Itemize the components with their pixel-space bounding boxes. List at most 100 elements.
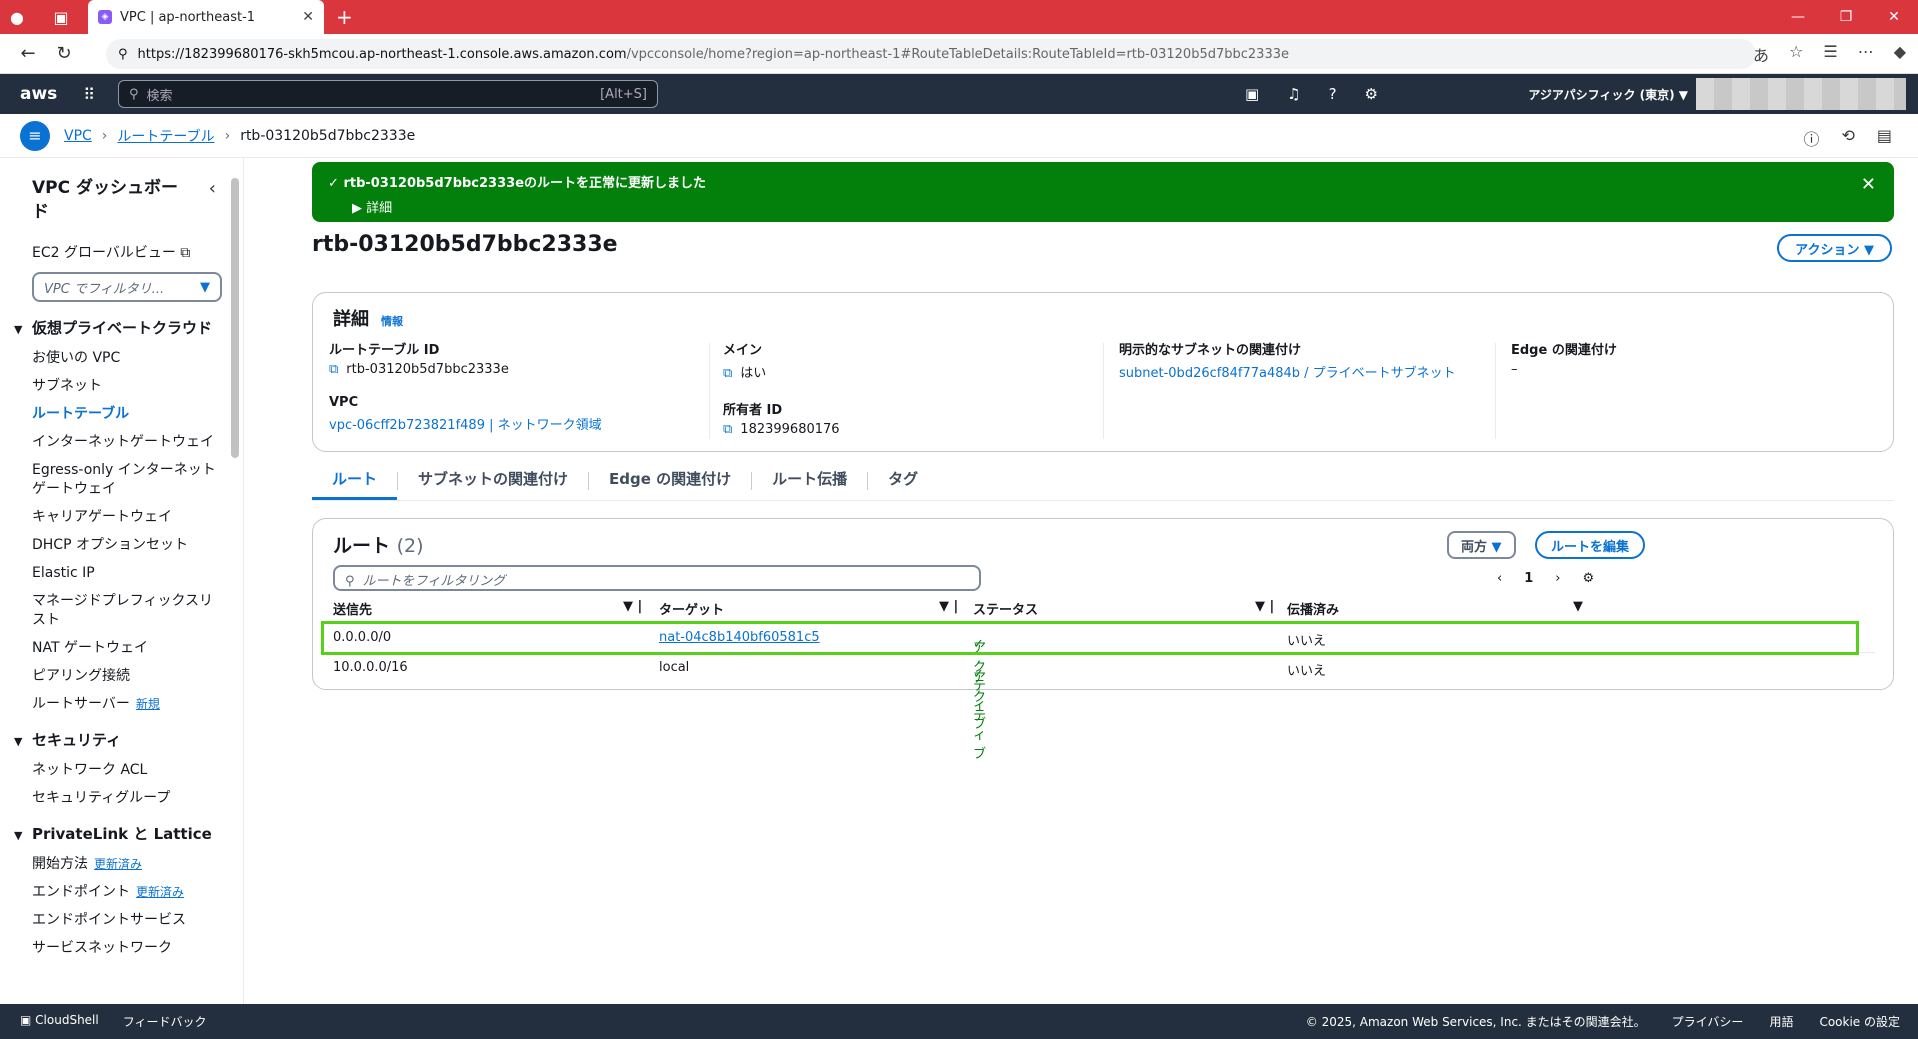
aws-search-input[interactable]: ⚲ 検索 [Alt+S] — [118, 80, 658, 108]
actions-button[interactable]: アクション ▼ — [1777, 234, 1892, 262]
sidebar-item-endpoint-services[interactable]: エンドポイントサービス — [32, 911, 224, 930]
cloudshell-icon[interactable]: ▣ — [1245, 85, 1259, 103]
sidebar-item-carrier-gw[interactable]: キャリアゲートウェイ — [32, 508, 224, 527]
feedback-icon[interactable]: ▤ — [1877, 126, 1892, 150]
browser-tab-bar: ● ▣ ◈ VPC | ap-northeast-1 ✕ + — ❐ ✕ — [0, 0, 1918, 34]
help-icon[interactable]: ? — [1329, 85, 1337, 103]
section-security[interactable]: ▼ セキュリティ — [14, 730, 224, 752]
copy-icon[interactable]: ⧉ — [723, 366, 732, 381]
tab-actions-icon[interactable]: ▣ — [44, 0, 78, 34]
route-filter-input[interactable]: ⚲ ルートをフィルタリング — [333, 565, 981, 591]
sidebar-ec2-link[interactable]: EC2 グローバルビュー ⧉ — [32, 242, 224, 262]
sort-icon[interactable]: ▼ | — [939, 599, 958, 614]
info-icon[interactable]: ⓘ — [1803, 126, 1819, 150]
routes-title: ルート — [333, 535, 391, 557]
updated-badge[interactable]: 更新済み — [94, 857, 142, 871]
prev-page-icon[interactable]: ‹ — [1497, 571, 1502, 586]
close-tab-icon[interactable]: ✕ — [302, 9, 314, 25]
sidebar-item-dhcp[interactable]: DHCP オプションセット — [32, 536, 224, 555]
back-icon[interactable]: ← — [10, 43, 46, 64]
close-icon[interactable]: ✕ — [1861, 174, 1876, 195]
th-propagated[interactable]: 伝播済み — [1287, 599, 1339, 618]
sidebar-scrollbar[interactable] — [231, 178, 239, 458]
sidebar-item-getting-started[interactable]: 開始方法 更新済み — [32, 855, 224, 874]
th-target[interactable]: ターゲット — [659, 599, 724, 618]
sort-icon[interactable]: ▼ | — [623, 599, 642, 614]
menu-icon[interactable]: ≡ — [20, 120, 50, 151]
sidebar-item-eip[interactable]: Elastic IP — [32, 564, 224, 583]
page-number[interactable]: 1 — [1524, 571, 1533, 586]
sidebar-item-igw[interactable]: インターネットゲートウェイ — [32, 433, 224, 452]
th-status[interactable]: ステータス — [973, 599, 1038, 618]
breadcrumb-route-tables[interactable]: ルートテーブル — [117, 126, 214, 146]
sidebar-item-peering[interactable]: ピアリング接続 — [32, 667, 224, 686]
privacy-link[interactable]: プライバシー — [1672, 1013, 1744, 1030]
copilot-icon[interactable]: ◆ — [1894, 42, 1906, 66]
flash-details-toggle[interactable]: ▶ 詳細 — [352, 197, 1878, 216]
region-selector[interactable]: アジアパシフィック (東京) ▼ — [1528, 86, 1688, 103]
sidebar-item-route-tables[interactable]: ルートテーブル — [32, 405, 224, 424]
sidebar-item-subnets[interactable]: サブネット — [32, 377, 224, 396]
info-link[interactable]: 情報 — [381, 313, 403, 329]
collapse-sidebar-icon[interactable]: ‹ — [209, 178, 216, 199]
tab-routes[interactable]: ルート — [312, 460, 398, 501]
url-field[interactable]: ⚲ https://182399680176-skh5mcou.ap-north… — [106, 39, 1756, 69]
vpc-filter-select[interactable]: VPC でフィルタリ... ▼ — [32, 272, 222, 302]
sidebar-item-nacl[interactable]: ネットワーク ACL — [32, 761, 224, 780]
breadcrumb-vpc[interactable]: VPC — [64, 128, 92, 144]
vpc-link[interactable]: vpc-06cff2b723821f489 | ネットワーク領域 — [329, 414, 602, 433]
copy-icon[interactable]: ⧉ — [329, 362, 338, 377]
sort-icon[interactable]: ▼ | — [1255, 599, 1274, 614]
sidebar-item-route-server[interactable]: ルートサーバー 新規 — [32, 695, 224, 714]
close-window-icon[interactable]: ✕ — [1870, 0, 1918, 34]
aws-logo[interactable]: aws — [20, 84, 57, 104]
tab-edge-assoc[interactable]: Edge の関連付け — [589, 460, 751, 501]
next-page-icon[interactable]: › — [1555, 571, 1560, 586]
favorites-icon[interactable]: ☰ — [1823, 42, 1837, 66]
tab-route-propagation[interactable]: ルート伝播 — [752, 460, 867, 501]
sidebar-item-service-network[interactable]: サービスネットワーク — [32, 939, 224, 958]
favorite-star-icon[interactable]: ☆ — [1789, 42, 1803, 66]
ip-version-select[interactable]: 両方 ▼ — [1447, 531, 1516, 559]
sidebar-item-vpcs[interactable]: お使いの VPC — [32, 349, 224, 368]
profile-icon[interactable]: ● — [0, 0, 34, 34]
sidebar-item-sg[interactable]: セキュリティグループ — [32, 789, 224, 808]
cloudshell-button[interactable]: ▣ CloudShell — [20, 1013, 99, 1030]
edge-value: – — [1511, 362, 1518, 377]
cookie-link[interactable]: Cookie の設定 — [1819, 1013, 1900, 1030]
th-destination[interactable]: 送信先 — [333, 599, 372, 618]
sidebar-item-nat[interactable]: NAT ゲートウェイ — [32, 639, 224, 658]
account-menu-redacted[interactable] — [1696, 78, 1906, 110]
feedback-link[interactable]: フィードバック — [123, 1013, 207, 1030]
read-aloud-icon[interactable]: あ — [1753, 42, 1769, 66]
sidebar-item-endpoints[interactable]: エンドポイント 更新済み — [32, 883, 224, 902]
gear-icon[interactable]: ⚙ — [1365, 85, 1378, 103]
new-tab-icon[interactable]: + — [336, 5, 353, 29]
tab-subnet-assoc[interactable]: サブネットの関連付け — [398, 460, 588, 501]
site-info-icon[interactable]: ⚲ — [118, 47, 128, 62]
section-vpc[interactable]: ▼ 仮想プライベートクラウド — [14, 318, 224, 340]
reload-icon[interactable]: ↻ — [46, 43, 82, 64]
table-row[interactable]: 10.0.0.0/16 local ✓ アクティブ いいえ — [333, 653, 1875, 762]
restore-icon[interactable]: ❐ — [1822, 0, 1870, 34]
subnet-assoc-link[interactable]: subnet-0bd26cf84f77a484b / プライベートサブネット — [1119, 362, 1456, 381]
copy-icon[interactable]: ⧉ — [723, 422, 732, 437]
ip-version-label: 両方 — [1461, 540, 1488, 555]
sidebar-item-egress-igw[interactable]: Egress-only インターネットゲートウェイ — [32, 461, 224, 499]
bell-icon[interactable]: ♫ — [1287, 85, 1300, 103]
more-icon[interactable]: ⋯ — [1858, 42, 1874, 66]
sidebar-item-prefix-lists[interactable]: マネージドプレフィックスリスト — [32, 592, 224, 630]
gear-icon[interactable]: ⚙ — [1582, 571, 1594, 586]
tab-tags[interactable]: タグ — [868, 460, 938, 501]
recent-icon[interactable]: ⟲ — [1841, 126, 1854, 150]
browser-tab[interactable]: ◈ VPC | ap-northeast-1 ✕ — [88, 0, 324, 34]
updated-badge[interactable]: 更新済み — [136, 885, 184, 899]
minimize-icon[interactable]: — — [1774, 0, 1822, 34]
edit-routes-button[interactable]: ルートを編集 — [1535, 531, 1646, 559]
services-grid-icon[interactable]: ⠿ — [83, 85, 95, 104]
sort-icon[interactable]: ▼ — [1573, 599, 1583, 614]
section-privatelink[interactable]: ▼ PrivateLink と Lattice — [14, 824, 224, 846]
terms-link[interactable]: 用語 — [1769, 1013, 1793, 1030]
sidebar-title[interactable]: VPC ダッシュボード — [32, 176, 182, 224]
new-badge[interactable]: 新規 — [136, 697, 160, 711]
